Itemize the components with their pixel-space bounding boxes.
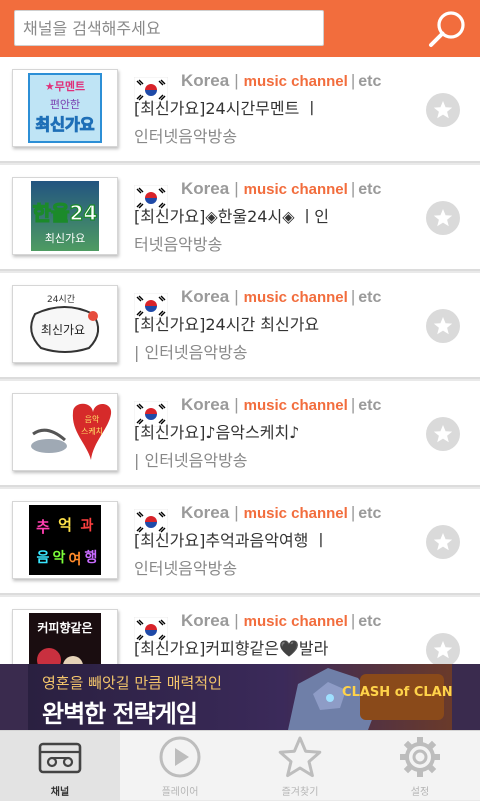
svg-text:악: 악 xyxy=(53,549,66,566)
channel-genre: music channel xyxy=(243,289,348,306)
svg-text:편안한: 편안한 xyxy=(50,98,80,111)
channel-meta: Korea | music channel | etc xyxy=(181,287,382,306)
svg-text:행: 행 xyxy=(85,550,98,566)
channel-country: Korea xyxy=(181,179,230,198)
favorite-button[interactable] xyxy=(426,93,460,127)
channel-country: Korea xyxy=(181,395,230,414)
favorite-button[interactable] xyxy=(426,417,460,451)
favorite-button[interactable] xyxy=(426,309,460,343)
svg-text:커피향같은: 커피향같은 xyxy=(37,620,92,635)
play-icon xyxy=(159,736,201,778)
channel-row[interactable]: 한울24 최신가요 Korea | music channel | etc [최신가요]… xyxy=(0,165,480,271)
gear-icon xyxy=(400,737,440,777)
channel-thumbnail: 커피향같은 xyxy=(12,609,118,664)
channel-tag: etc xyxy=(358,505,382,522)
channel-row[interactable]: 추 억 과 음 악 여 행 Korea | music channel | etc [최… xyxy=(0,489,480,595)
tab-channel[interactable]: 채널 xyxy=(0,731,120,801)
channel-row[interactable]: 커피향같은 Korea | music channel | etc [최신가요]커피향같… xyxy=(0,597,480,664)
channel-thumbnail: 음악 스케치 xyxy=(12,393,118,471)
ad-margin-left xyxy=(0,664,28,730)
channel-country: Korea xyxy=(181,71,230,90)
svg-text:스케치: 스케치 xyxy=(81,427,103,436)
channel-title: [최신가요]커피향같은🖤발라 xyxy=(134,639,329,658)
star-icon xyxy=(433,101,453,119)
tab-label: 플레이어 xyxy=(161,787,199,798)
svg-text:과: 과 xyxy=(81,518,94,534)
star-icon xyxy=(433,641,453,659)
svg-text:여: 여 xyxy=(69,551,82,568)
search-icon xyxy=(429,11,465,47)
favorite-button[interactable] xyxy=(426,525,460,559)
channel-meta: Korea | music channel | etc xyxy=(181,179,382,198)
channel-meta: Korea | music channel | etc xyxy=(181,503,382,522)
favorite-button[interactable] xyxy=(426,201,460,235)
svg-text:음악: 음악 xyxy=(85,414,100,424)
tab-favorites[interactable]: 즐겨찾기 xyxy=(240,731,360,801)
channel-tag: etc xyxy=(358,289,382,306)
bottom-tab-bar: 채널 플레이어 즐겨찾기 설정 xyxy=(0,730,480,801)
svg-text:최신가요: 최신가요 xyxy=(41,323,85,337)
svg-text:24시간: 24시간 xyxy=(47,294,75,305)
channel-title: [최신가요]24시간무멘트 ㅣ 인터넷음악방송 xyxy=(134,99,320,146)
tab-label: 설정 xyxy=(410,787,430,798)
channel-title: [최신가요]추억과음악여행 ㅣ 인터넷음악방송 xyxy=(134,531,329,578)
star-icon xyxy=(433,533,453,551)
tab-settings[interactable]: 설정 xyxy=(360,731,480,801)
channel-genre: music channel xyxy=(243,397,348,414)
ad-margin-right xyxy=(452,664,480,730)
star-icon xyxy=(433,317,453,335)
ad-banner[interactable]: CLASH of CLANS 영혼을 빼앗길 만큼 매력적인 완벽한 전략게임 xyxy=(28,664,452,730)
favorite-button[interactable] xyxy=(426,633,460,664)
channel-title: [최신가요]24시간 최신가요 | 인터넷음악방송 xyxy=(134,315,320,362)
channel-thumbnail: 추 억 과 음 악 여 행 xyxy=(12,501,118,579)
svg-text:추: 추 xyxy=(36,518,50,536)
channel-row[interactable]: ★무멘트 편안한 최신가요 Korea | music channel | etc [최… xyxy=(0,57,480,163)
channel-meta: Korea | music channel | etc xyxy=(181,71,382,90)
channel-tag: etc xyxy=(358,181,382,198)
svg-text:음: 음 xyxy=(37,550,50,566)
channel-genre: music channel xyxy=(243,613,348,630)
radio-icon xyxy=(38,742,82,774)
channel-thumbnail: 24시간 최신가요 xyxy=(12,285,118,363)
svg-text:최신가요: 최신가요 xyxy=(36,115,95,134)
channel-title: [최신가요]♪음악스케치♪ | 인터넷음악방송 xyxy=(134,423,300,470)
channel-genre: music channel xyxy=(243,505,348,522)
channel-thumbnail: ★무멘트 편안한 최신가요 xyxy=(12,69,118,147)
svg-text:최신가요: 최신가요 xyxy=(45,232,85,245)
star-icon xyxy=(278,736,322,778)
search-input[interactable] xyxy=(14,10,324,46)
channel-thumbnail: 한울24 최신가요 xyxy=(12,177,118,255)
tab-label: 즐겨찾기 xyxy=(281,787,319,798)
channel-tag: etc xyxy=(358,73,382,90)
channel-meta: Korea | music channel | etc xyxy=(181,611,382,630)
channel-genre: music channel xyxy=(243,181,348,198)
tab-label: 채널 xyxy=(50,787,70,798)
svg-text:억: 억 xyxy=(58,516,72,534)
channel-meta: Korea | music channel | etc xyxy=(181,395,382,414)
channel-genre: music channel xyxy=(243,73,348,90)
ad-line-2: 완벽한 전략게임 xyxy=(42,700,198,728)
channel-tag: etc xyxy=(358,613,382,630)
ad-brand: CLASH of CLANS xyxy=(342,685,452,700)
channel-country: Korea xyxy=(181,287,230,306)
search-button[interactable] xyxy=(426,8,470,50)
channel-list: ★무멘트 편안한 최신가요 Korea | music channel | etc [최… xyxy=(0,57,480,664)
svg-text:한울24: 한울24 xyxy=(33,201,98,225)
channel-row[interactable]: 24시간 최신가요 Korea | music channel | etc [최신가요]… xyxy=(0,273,480,379)
channel-title: [최신가요]◈한울24시◈ ㅣ인 터넷음악방송 xyxy=(134,207,330,254)
channel-row[interactable]: 음악 스케치 Korea | music channel | etc [최신가요]♪음악… xyxy=(0,381,480,487)
star-icon xyxy=(433,209,453,227)
star-icon xyxy=(433,425,453,443)
channel-tag: etc xyxy=(358,397,382,414)
svg-text:★무멘트: ★무멘트 xyxy=(45,79,85,93)
tab-player[interactable]: 플레이어 xyxy=(120,731,240,801)
top-bar xyxy=(0,0,480,57)
channel-country: Korea xyxy=(181,503,230,522)
ad-line-1: 영혼을 빼앗길 만큼 매력적인 xyxy=(42,674,222,692)
channel-country: Korea xyxy=(181,611,230,630)
